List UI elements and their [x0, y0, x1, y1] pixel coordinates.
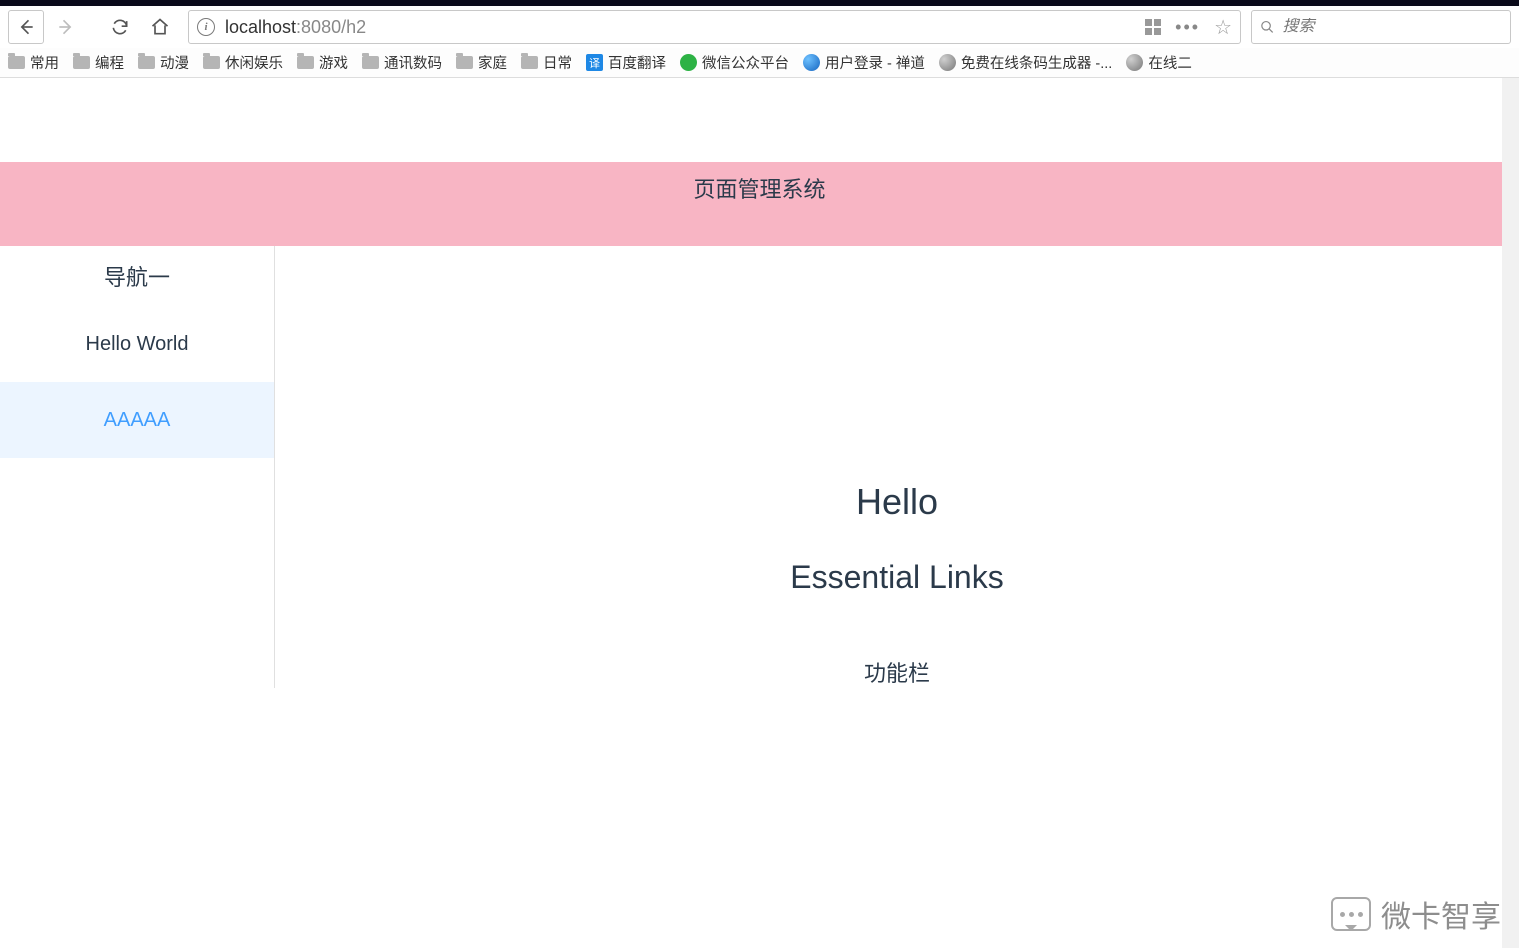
- bookmark-label: 日常: [543, 52, 572, 73]
- vertical-scrollbar[interactable]: [1502, 78, 1519, 948]
- favicon-icon: [680, 54, 697, 71]
- sidebar-item-label: Hello World: [86, 333, 189, 356]
- globe-icon: [939, 54, 956, 71]
- bookmark-label: 家庭: [478, 52, 507, 73]
- folder-icon: [297, 56, 314, 69]
- bookmark-label: 编程: [95, 52, 124, 73]
- sidebar-section-title[interactable]: 导航一: [0, 246, 274, 306]
- content-heading-3: 功能栏: [275, 656, 1519, 688]
- page-header: 页面管理系统: [0, 162, 1519, 246]
- forward-button[interactable]: [48, 10, 84, 44]
- watermark-text: 微卡智享: [1381, 892, 1501, 936]
- folder-icon: [521, 56, 538, 69]
- home-button[interactable]: [142, 10, 178, 44]
- sidebar-item[interactable]: AAAAA: [0, 382, 274, 458]
- bookmark-item[interactable]: 微信公众平台: [680, 52, 789, 73]
- bookmark-item[interactable]: 在线二: [1126, 52, 1192, 73]
- globe-icon: [1126, 54, 1143, 71]
- folder-icon: [203, 56, 220, 69]
- page-header-title: 页面管理系统: [693, 177, 825, 202]
- sidebar-item-label: AAAAA: [104, 409, 171, 432]
- folder-icon: [362, 56, 379, 69]
- site-info-icon[interactable]: i: [197, 18, 215, 36]
- watermark: 微卡智享: [1331, 892, 1501, 936]
- bookmark-star-icon[interactable]: ☆: [1214, 15, 1232, 40]
- bookmark-item[interactable]: 用户登录 - 禅道: [803, 52, 925, 73]
- globe-icon: [803, 54, 820, 71]
- bookmark-item[interactable]: 免费在线条码生成器 -...: [939, 52, 1112, 73]
- folder-icon: [8, 56, 25, 69]
- wechat-chat-icon: [1331, 897, 1371, 931]
- bookmark-item[interactable]: 动漫: [138, 52, 189, 73]
- bookmark-label: 在线二: [1148, 52, 1192, 73]
- bookmark-label: 用户登录 - 禅道: [825, 52, 925, 73]
- main-content: Hello Essential Links 功能栏: [275, 246, 1519, 688]
- search-icon: [1260, 19, 1275, 35]
- page-content: 页面管理系统 导航一 Hello World AAAAA Hello Essent…: [0, 78, 1519, 688]
- search-bar[interactable]: [1251, 10, 1511, 44]
- favicon-icon: 译: [586, 54, 603, 71]
- qr-code-icon[interactable]: [1145, 19, 1161, 35]
- search-input[interactable]: [1283, 18, 1502, 36]
- reload-button[interactable]: [102, 10, 138, 44]
- content-heading-2: Essential Links: [275, 559, 1519, 596]
- content-heading-1: Hello: [275, 481, 1519, 523]
- bookmark-label: 免费在线条码生成器 -...: [961, 52, 1112, 73]
- url-host: localhost: [225, 17, 296, 37]
- bookmark-label: 休闲娱乐: [225, 52, 283, 73]
- bookmark-item[interactable]: 常用: [8, 52, 59, 73]
- bookmark-label: 游戏: [319, 52, 348, 73]
- url-bar[interactable]: i localhost:8080/h2 ••• ☆: [188, 10, 1241, 44]
- page-viewport: 页面管理系统 导航一 Hello World AAAAA Hello Essent…: [0, 78, 1519, 948]
- bookmark-item[interactable]: 译百度翻译: [586, 52, 666, 73]
- bookmark-label: 动漫: [160, 52, 189, 73]
- folder-icon: [456, 56, 473, 69]
- bookmark-item[interactable]: 休闲娱乐: [203, 52, 283, 73]
- bookmark-label: 百度翻译: [608, 52, 666, 73]
- bookmark-item[interactable]: 编程: [73, 52, 124, 73]
- sidebar-item[interactable]: Hello World: [0, 306, 274, 382]
- folder-icon: [73, 56, 90, 69]
- url-path: :8080/h2: [296, 17, 366, 37]
- back-button[interactable]: [8, 10, 44, 44]
- bookmarks-bar: 常用 编程 动漫 休闲娱乐 游戏 通讯数码 家庭 日常译百度翻译 微信公众平台 用户登录 - 禅道…: [0, 48, 1519, 78]
- bookmark-label: 常用: [30, 52, 59, 73]
- url-text: localhost:8080/h2: [225, 17, 366, 38]
- page-actions-menu-icon[interactable]: •••: [1175, 17, 1200, 38]
- bookmark-label: 微信公众平台: [702, 52, 789, 73]
- bookmark-label: 通讯数码: [384, 52, 442, 73]
- folder-icon: [138, 56, 155, 69]
- browser-navigation-bar: i localhost:8080/h2 ••• ☆: [0, 6, 1519, 48]
- sidebar: 导航一 Hello World AAAAA: [0, 246, 275, 688]
- bookmark-item[interactable]: 日常: [521, 52, 572, 73]
- bookmark-item[interactable]: 通讯数码: [362, 52, 442, 73]
- bookmark-item[interactable]: 游戏: [297, 52, 348, 73]
- bookmark-item[interactable]: 家庭: [456, 52, 507, 73]
